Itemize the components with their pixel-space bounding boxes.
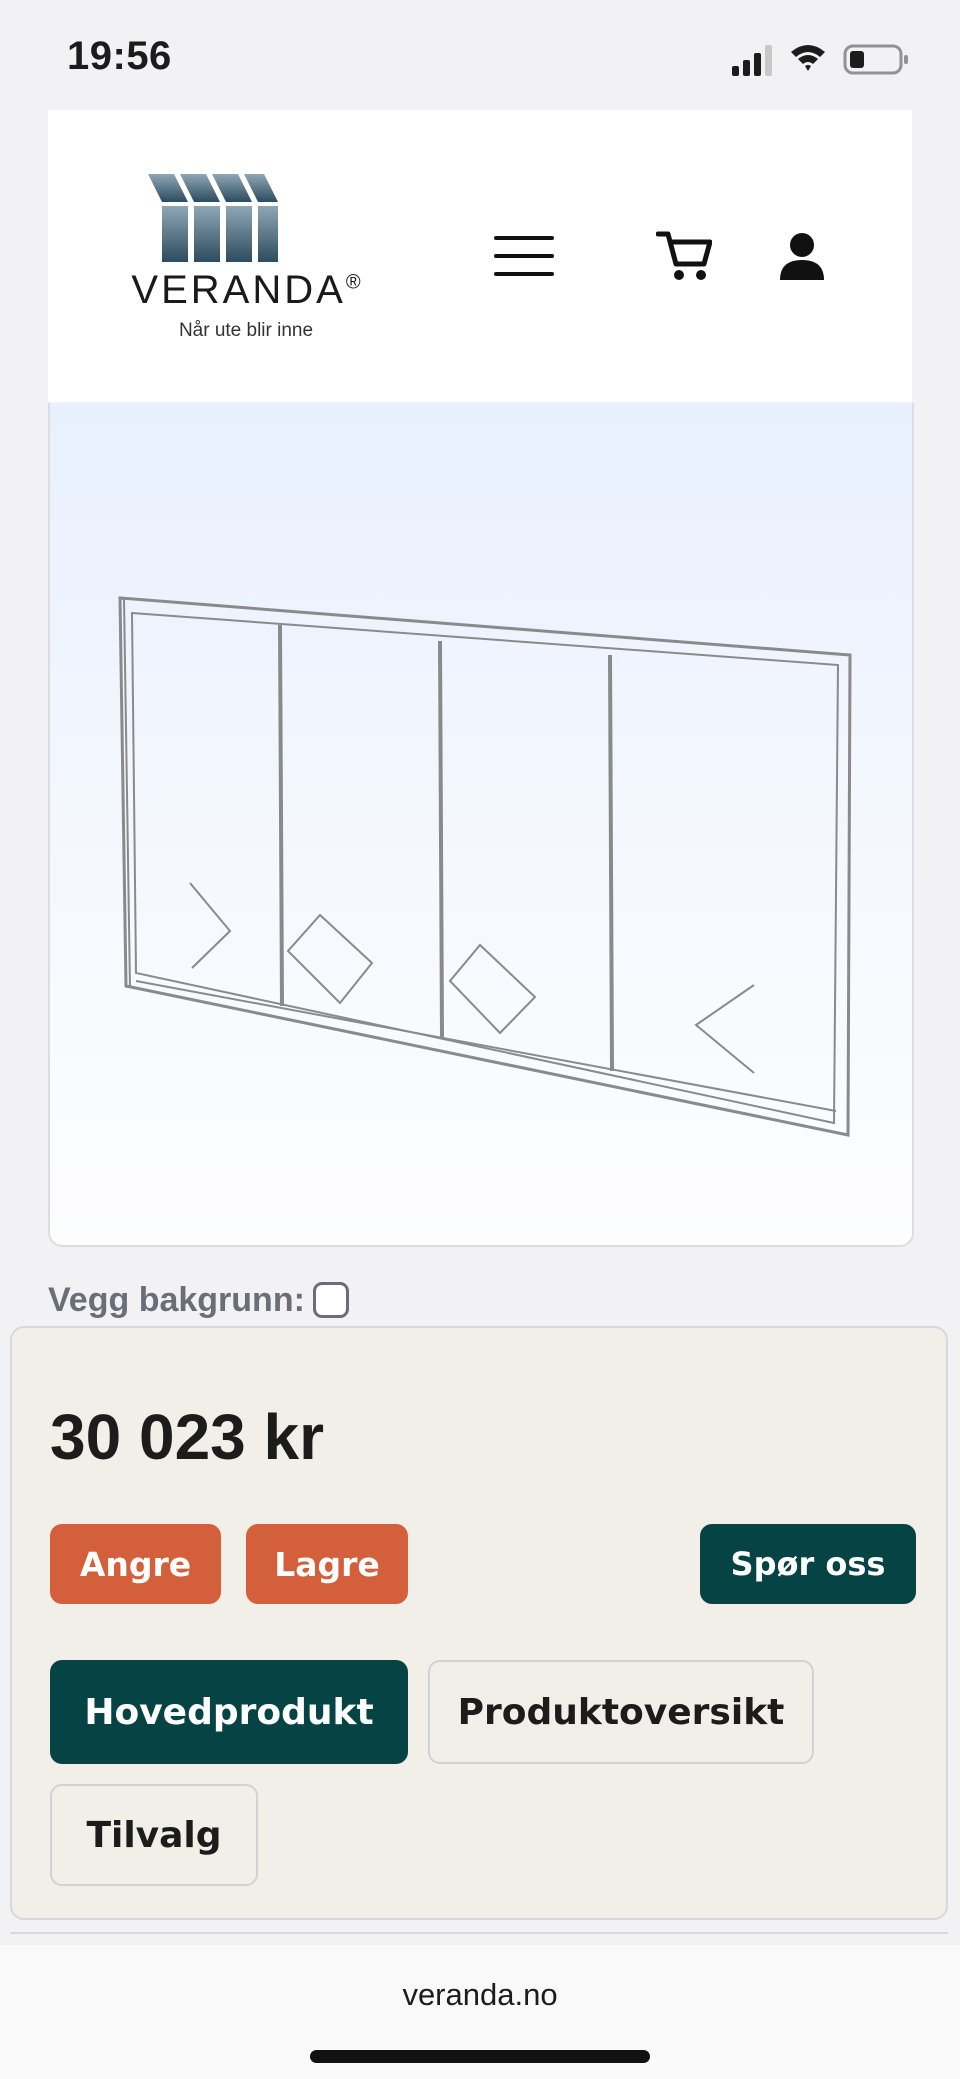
wall-background-checkbox[interactable] (312, 1282, 349, 1318)
cart-icon[interactable] (656, 228, 712, 284)
menu-icon[interactable] (492, 232, 556, 280)
product-3d-viewer[interactable] (48, 403, 914, 1247)
tab-addons[interactable]: Tilvalg (50, 1784, 258, 1886)
status-time: 19:56 (67, 34, 172, 78)
wall-background-label: Vegg bakgrunn: (48, 1280, 305, 1319)
save-button[interactable]: Lagre (246, 1524, 408, 1604)
brand-name: VERANDA® (131, 268, 361, 312)
signal-icon (732, 45, 772, 76)
veranda-logo[interactable]: VERANDA® Når ute blir inne (96, 170, 396, 360)
folding-door-drawing (118, 596, 852, 1137)
config-panel: 30 023 kr Angre Lagre Spør oss Hovedprod… (10, 1326, 948, 1920)
user-icon[interactable] (776, 230, 828, 282)
home-indicator[interactable] (310, 2050, 650, 2063)
status-icons (732, 44, 908, 76)
battery-icon (843, 44, 908, 75)
brand-tagline: Når ute blir inne (178, 320, 314, 341)
url-text[interactable]: veranda.no (0, 1977, 960, 2013)
tab-product-overview[interactable]: Produktoversikt (428, 1660, 814, 1764)
wifi-icon (791, 45, 825, 71)
browser-address-bar[interactable]: veranda.no (0, 1945, 960, 2079)
tab-main-product[interactable]: Hovedprodukt (50, 1660, 408, 1764)
status-bar: 19:56 (0, 0, 960, 110)
price-total: 30 023 kr (50, 1401, 325, 1473)
site-header: VERANDA® Når ute blir inne (48, 110, 912, 402)
wall-background-row: Vegg bakgrunn: (48, 1278, 349, 1322)
ask-us-button[interactable]: Spør oss (700, 1524, 916, 1604)
logo-mark-icon (148, 174, 278, 262)
undo-button[interactable]: Angre (50, 1524, 221, 1604)
